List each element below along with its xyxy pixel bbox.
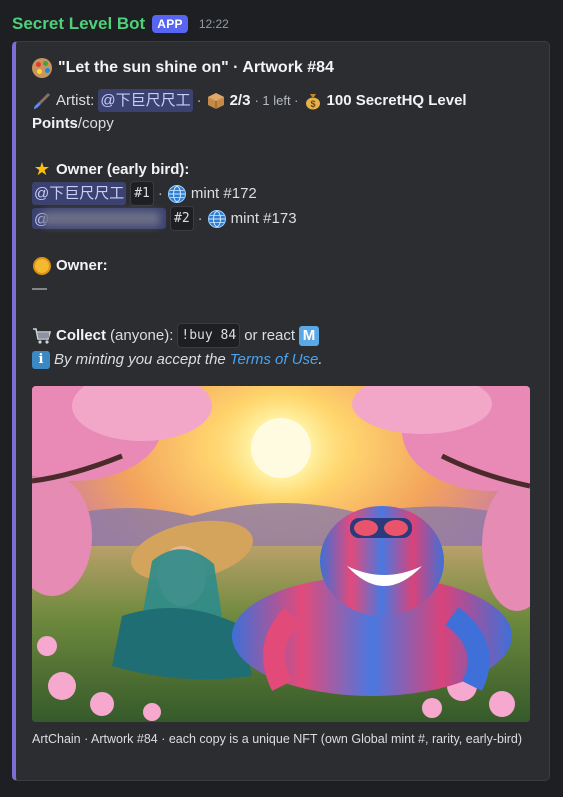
mint-number: mint #173 bbox=[230, 210, 297, 227]
owner-heading: Owner: bbox=[32, 254, 537, 277]
copy-number: #2 bbox=[170, 206, 194, 231]
collect-line: Collect (anyone): !buy 84 or react M bbox=[32, 323, 537, 348]
price-amount: 100 SecretHQ Level bbox=[326, 92, 467, 109]
mint-number: mint #172 bbox=[190, 185, 257, 202]
copies-left: · 1 left · bbox=[254, 93, 299, 108]
supply-count: 2/3 bbox=[229, 92, 251, 109]
globe-icon bbox=[207, 209, 227, 229]
owner-label: Owner: bbox=[56, 257, 108, 274]
collect-label: Collect bbox=[56, 327, 107, 344]
owner-mention[interactable]: @下巨尺尺工 bbox=[32, 182, 127, 205]
package-icon bbox=[206, 91, 226, 111]
copy-number: #1 bbox=[130, 181, 154, 206]
app-badge: APP bbox=[152, 15, 188, 33]
money-bag-icon: $ bbox=[303, 91, 323, 111]
message-header: Secret Level Bot APP 12:22 bbox=[12, 12, 229, 36]
paintbrush-icon bbox=[32, 91, 52, 111]
embed-title: "Let the sun shine on" · Artwork #84 bbox=[32, 56, 537, 79]
price-line-2: Points/copy bbox=[32, 112, 537, 135]
coin-icon bbox=[32, 256, 52, 276]
owner-empty-value: — bbox=[32, 280, 47, 297]
m-badge-icon[interactable]: M bbox=[299, 325, 320, 346]
artwork-image[interactable] bbox=[32, 386, 530, 722]
early-owner-label: Owner (early bird): bbox=[56, 161, 190, 178]
buy-command[interactable]: !buy 84 bbox=[177, 323, 241, 348]
terms-of-use-link[interactable]: Terms of Use bbox=[230, 348, 319, 371]
globe-icon bbox=[167, 184, 187, 204]
owner-row: @下巨尺尺工 #1 · mint #172 bbox=[32, 181, 537, 206]
svg-text:$: $ bbox=[310, 99, 315, 109]
info-line: i By minting you accept the Terms of Use… bbox=[32, 348, 537, 371]
artwork-embed: "Let the sun shine on" · Artwork #84 Art… bbox=[12, 41, 550, 781]
collect-who: (anyone): bbox=[110, 327, 174, 344]
owner-value: — bbox=[32, 277, 537, 300]
price-unit: Points bbox=[32, 115, 78, 132]
embed-body: "Let the sun shine on" · Artwork #84 Art… bbox=[32, 56, 537, 371]
artist-label: Artist: bbox=[56, 92, 95, 109]
owner-mention-redacted[interactable]: @ bbox=[32, 208, 166, 229]
early-owner-heading: ★ Owner (early bird): bbox=[32, 158, 537, 181]
bot-username[interactable]: Secret Level Bot bbox=[12, 14, 145, 34]
star-icon: ★ bbox=[33, 159, 51, 179]
artist-palette-icon bbox=[32, 57, 52, 78]
price-suffix: /copy bbox=[77, 115, 114, 132]
artist-line: Artist: @下巨尺尺工 · 2/3 · 1 left · $ 100 Se… bbox=[32, 89, 537, 112]
embed-footer: ArtChain · Artwork #84 · each copy is a … bbox=[32, 732, 523, 746]
information-icon: i bbox=[32, 350, 50, 369]
owner-row: @ #2 · mint #173 bbox=[32, 206, 537, 231]
shopping-cart-icon bbox=[32, 326, 52, 346]
collect-or: or react bbox=[244, 327, 296, 344]
artwork-title: "Let the sun shine on" · Artwork #84 bbox=[58, 59, 334, 76]
message-timestamp[interactable]: 12:22 bbox=[199, 17, 229, 31]
info-text: By minting you accept the bbox=[54, 351, 226, 368]
artist-mention[interactable]: @下巨尺尺工 bbox=[98, 89, 193, 112]
